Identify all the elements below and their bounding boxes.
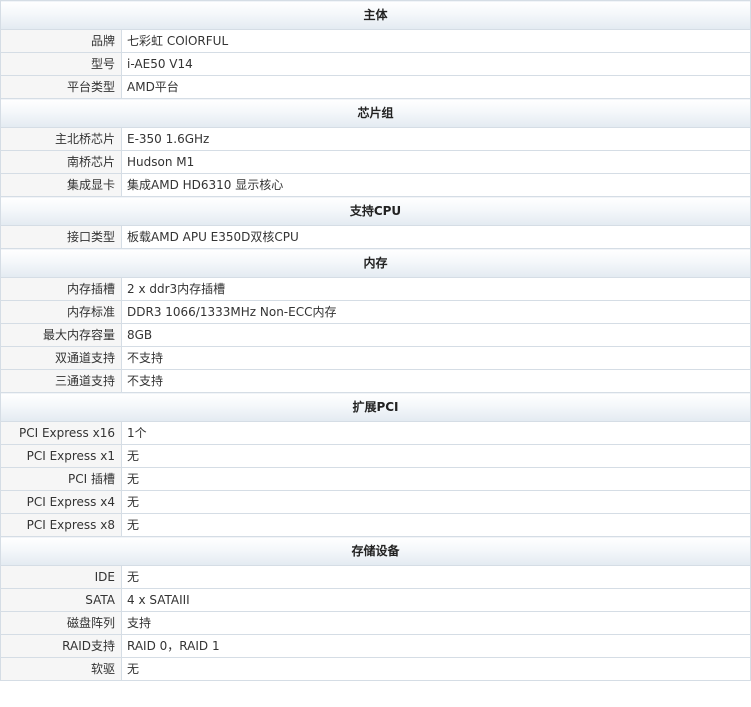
spec-label: 南桥芯片 — [0, 150, 122, 174]
spec-row: 品牌 七彩虹 COlORFUL — [0, 29, 751, 53]
spec-value: 1个 — [121, 421, 751, 445]
spec-label: 软驱 — [0, 657, 122, 681]
section-title: 主体 — [0, 0, 751, 30]
spec-label: PCI Express x16 — [0, 421, 122, 445]
spec-row: 磁盘阵列 支持 — [0, 611, 751, 635]
spec-row: PCI Express x4 无 — [0, 490, 751, 514]
spec-value: 不支持 — [121, 346, 751, 370]
spec-label: 三通道支持 — [0, 369, 122, 393]
spec-row: 软驱无 — [0, 657, 751, 681]
spec-row: IDE 无 — [0, 565, 751, 589]
spec-value: E-350 1.6GHz — [121, 127, 751, 151]
spec-value: 无 — [121, 513, 751, 537]
spec-value: 无 — [121, 467, 751, 491]
section-header: 主体 — [0, 0, 751, 30]
spec-row: PCI Express x16 1个 — [0, 421, 751, 445]
spec-value: 无 — [121, 565, 751, 589]
spec-row: 主北桥芯片 E-350 1.6GHz — [0, 127, 751, 151]
spec-value: i-AE50 V14 — [121, 52, 751, 76]
section-header: 支持CPU — [0, 196, 751, 226]
spec-label: PCI Express x8 — [0, 513, 122, 537]
spec-label: PCI Express x4 — [0, 490, 122, 514]
spec-value: 不支持 — [121, 369, 751, 393]
spec-row: 内存插槽 2 x ddr3内存插槽 — [0, 277, 751, 301]
spec-value: 无 — [121, 657, 751, 681]
spec-row: 平台类型 AMD平台 — [0, 75, 751, 99]
spec-value: 8GB — [121, 323, 751, 347]
spec-label: 品牌 — [0, 29, 122, 53]
spec-label: 平台类型 — [0, 75, 122, 99]
spec-table-body: 主体 品牌 七彩虹 COlORFUL 型号 i-AE50 V14 平台类型 AMD平台… — [0, 0, 751, 681]
spec-label: 磁盘阵列 — [0, 611, 122, 635]
spec-row: 接口类型 板载AMD APU E350D双核CPU — [0, 225, 751, 249]
spec-row: 双通道支持 不支持 — [0, 346, 751, 370]
spec-label: IDE — [0, 565, 122, 589]
spec-row: PCI 插槽无 — [0, 467, 751, 491]
spec-row: 型号 i-AE50 V14 — [0, 52, 751, 76]
section-header: 芯片组 — [0, 98, 751, 128]
spec-label: 内存标准 — [0, 300, 122, 324]
spec-label: PCI Express x1 — [0, 444, 122, 468]
spec-row: 三通道支持 不支持 — [0, 369, 751, 393]
spec-value: 无 — [121, 444, 751, 468]
spec-label: 型号 — [0, 52, 122, 76]
section-title: 存储设备 — [0, 536, 751, 566]
section-title: 内存 — [0, 248, 751, 278]
section-header: 存储设备 — [0, 536, 751, 566]
spec-value: 集成AMD HD6310 显示核心 — [121, 173, 751, 197]
spec-value: 七彩虹 COlORFUL — [121, 29, 751, 53]
spec-value: AMD平台 — [121, 75, 751, 99]
spec-row: PCI Express x1 无 — [0, 444, 751, 468]
spec-value: 无 — [121, 490, 751, 514]
section-header: 内存 — [0, 248, 751, 278]
section-title: 芯片组 — [0, 98, 751, 128]
spec-row: 南桥芯片 Hudson M1 — [0, 150, 751, 174]
spec-value: DDR3 1066/1333MHz Non-ECC内存 — [121, 300, 751, 324]
spec-value: 2 x ddr3内存插槽 — [121, 277, 751, 301]
spec-label: 主北桥芯片 — [0, 127, 122, 151]
spec-table: 主体 品牌 七彩虹 COlORFUL 型号 i-AE50 V14 平台类型 AMD平台… — [0, 0, 751, 681]
spec-label: SATA — [0, 588, 122, 612]
spec-label: 双通道支持 — [0, 346, 122, 370]
spec-value: RAID 0，RAID 1 — [121, 634, 751, 658]
spec-row: 最大内存容量 8GB — [0, 323, 751, 347]
section-header: 扩展PCI — [0, 392, 751, 422]
spec-value: 支持 — [121, 611, 751, 635]
spec-label: PCI 插槽 — [0, 467, 122, 491]
section-title: 支持CPU — [0, 196, 751, 226]
spec-label: 内存插槽 — [0, 277, 122, 301]
spec-row: RAID支持 RAID 0，RAID 1 — [0, 634, 751, 658]
spec-row: PCI Express x8 无 — [0, 513, 751, 537]
section-title: 扩展PCI — [0, 392, 751, 422]
spec-value: Hudson M1 — [121, 150, 751, 174]
spec-label: RAID支持 — [0, 634, 122, 658]
spec-label: 接口类型 — [0, 225, 122, 249]
spec-label: 集成显卡 — [0, 173, 122, 197]
spec-label: 最大内存容量 — [0, 323, 122, 347]
spec-row: 集成显卡 集成AMD HD6310 显示核心 — [0, 173, 751, 197]
spec-row: SATA 4 x SATAIII — [0, 588, 751, 612]
spec-value: 板载AMD APU E350D双核CPU — [121, 225, 751, 249]
spec-row: 内存标准 DDR3 1066/1333MHz Non-ECC内存 — [0, 300, 751, 324]
spec-value: 4 x SATAIII — [121, 588, 751, 612]
